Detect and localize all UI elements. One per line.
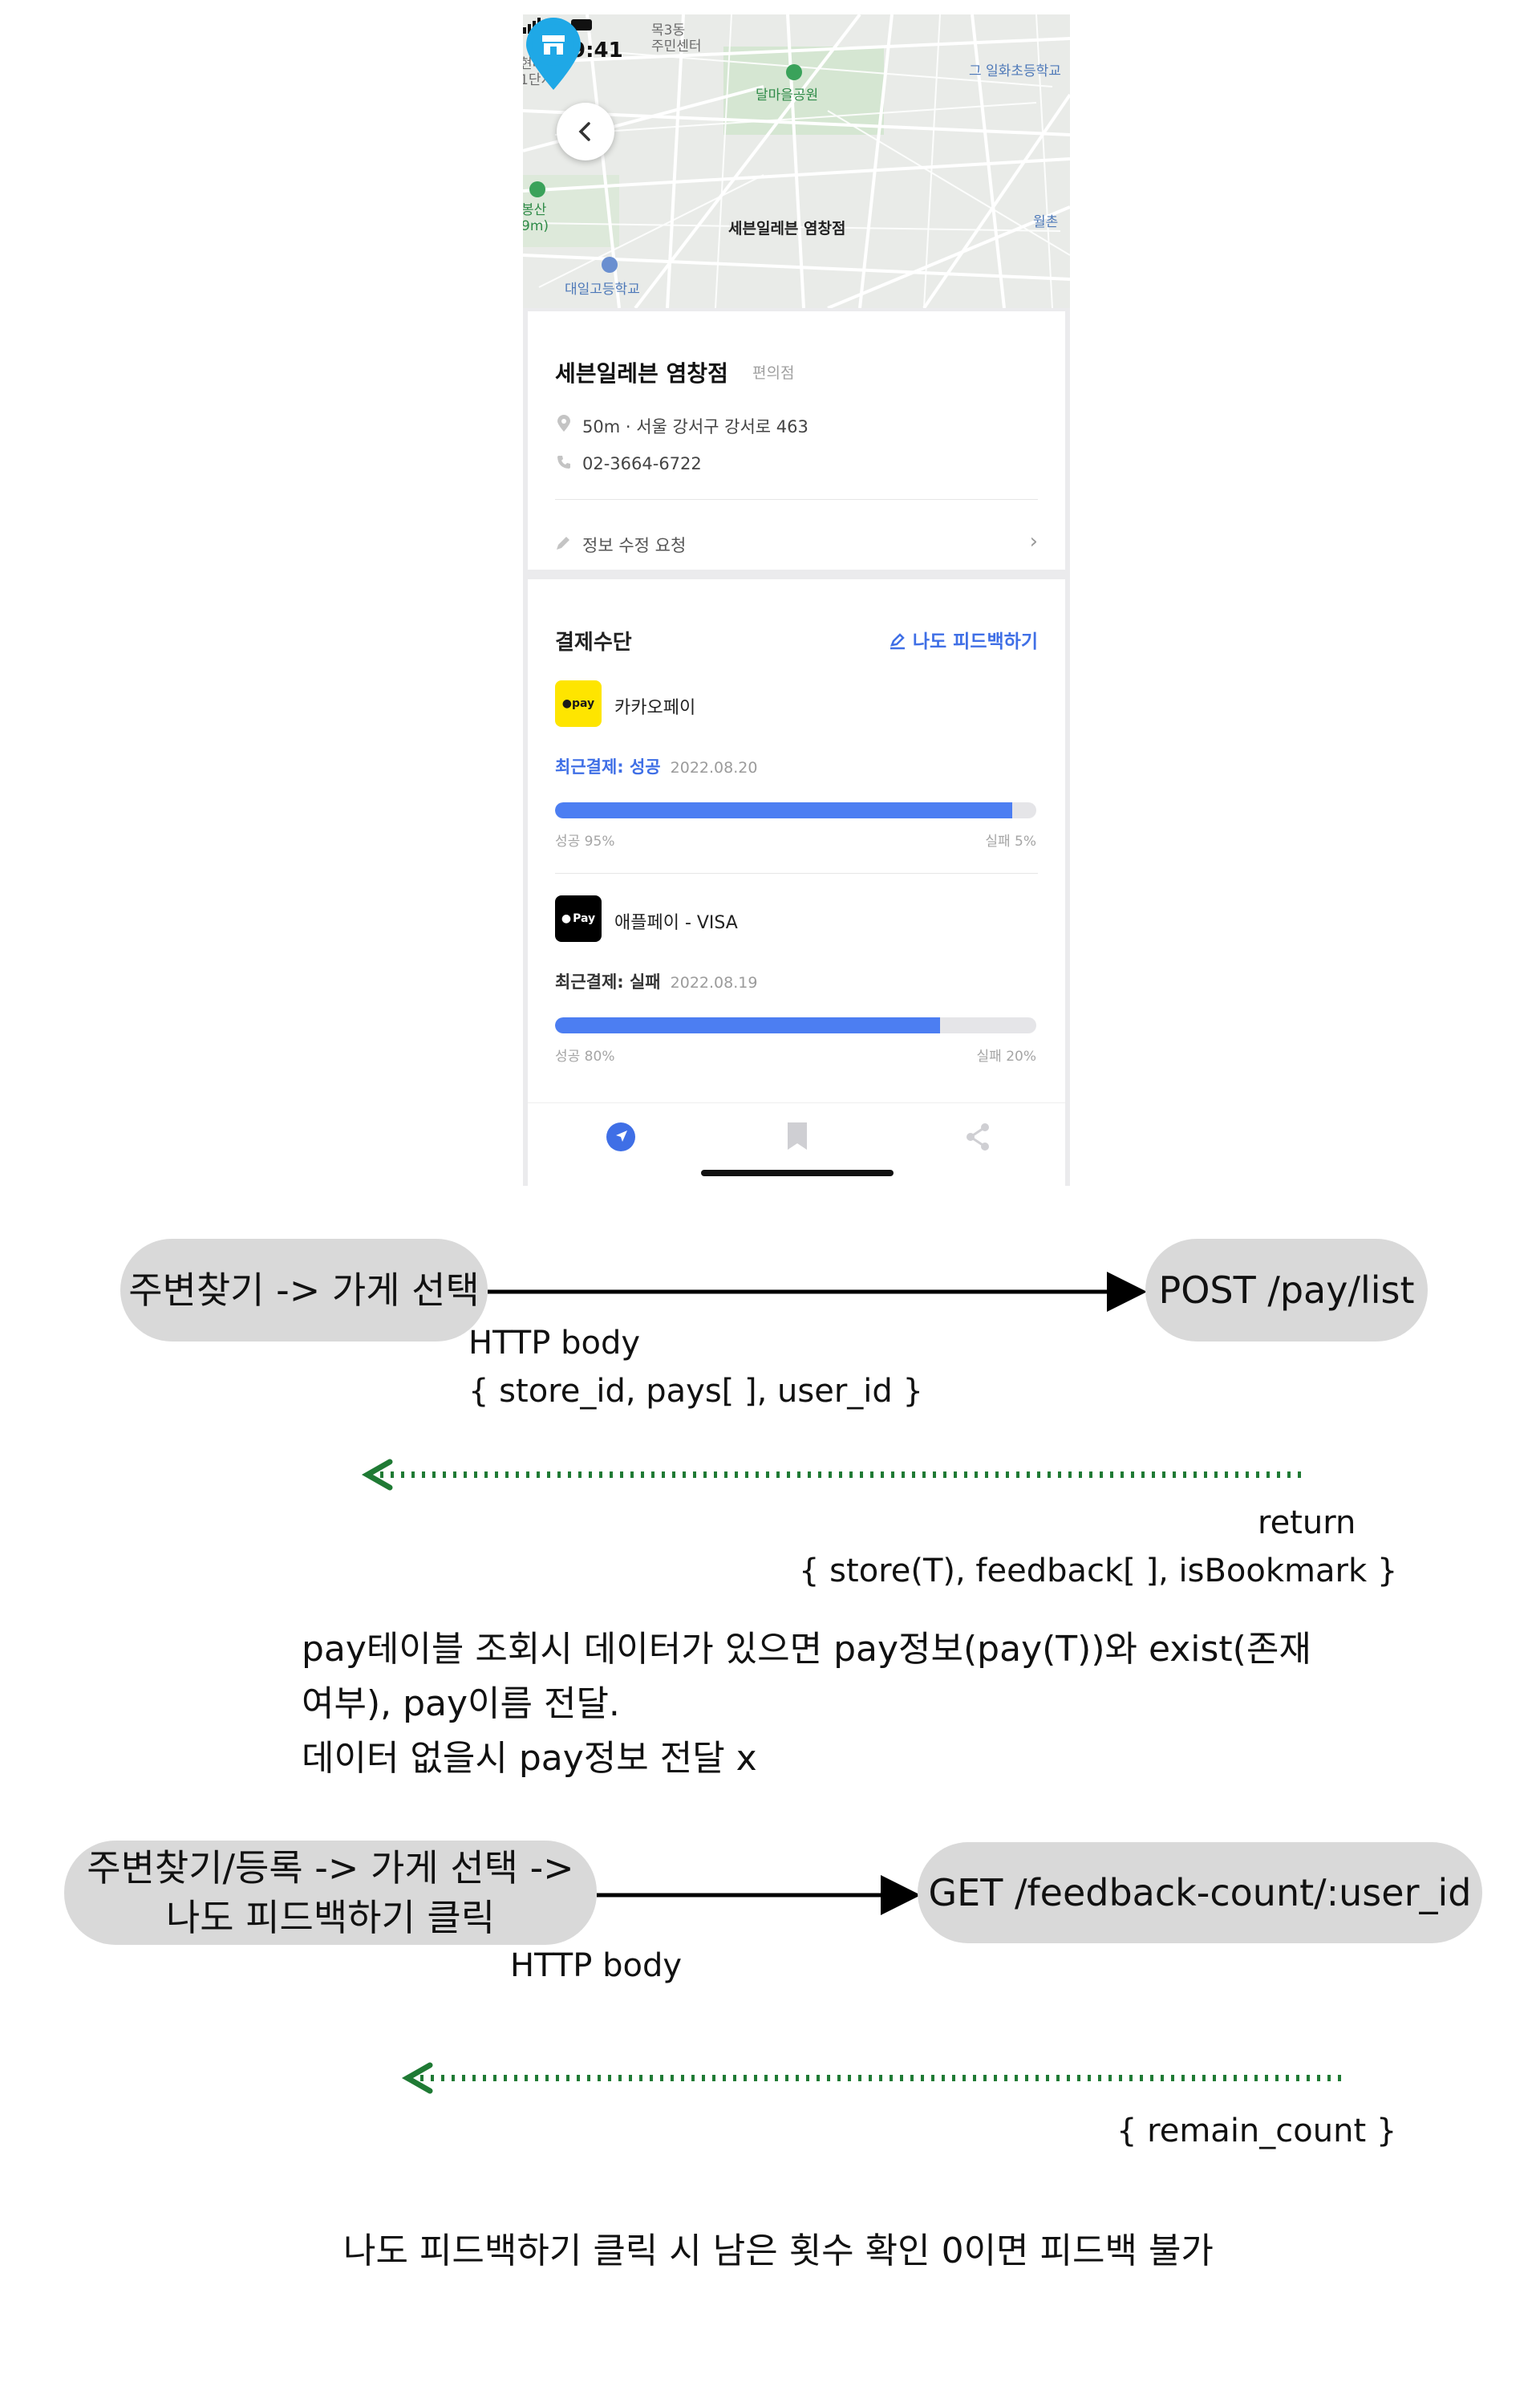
flow1-source-node: 주변찾기 -> 가게 선택: [120, 1239, 488, 1342]
flow1-note-line: 여부), pay이름 전달.: [302, 1683, 620, 1725]
flow-arrows: [361, 1272, 1341, 2094]
flow1-note-line: 데이터 없을시 pay정보 전달 x: [302, 1738, 757, 1780]
flow1-note-line: pay테이블 조회시 데이터가 있으면 pay정보(pay(T))와 exist…: [302, 1629, 1311, 1670]
flow1-request-body: { store_id, pays[ ], user_id }: [468, 1373, 923, 1410]
flow2-target-node: GET /feedback-count/:user_id: [918, 1842, 1482, 1943]
flow1-return-label: return: [1258, 1504, 1356, 1541]
flow1-note: pay테이블 조회시 데이터가 있으면 pay정보(pay(T))와 exist…: [302, 1622, 1311, 1787]
flow2-source-node: 주변찾기/등록 -> 가게 선택 -> 나도 피드백하기 클릭: [64, 1841, 597, 1945]
flow2-note: 나도 피드백하기 클릭 시 남은 횟수 확인 0이면 피드백 불가: [343, 2230, 1214, 2271]
flow2-return-body: { remain_count }: [1116, 2113, 1397, 2149]
flow1-target-node: POST /pay/list: [1145, 1239, 1428, 1342]
flow2-source-line: 주변찾기/등록 -> 가게 선택 ->: [87, 1845, 574, 1889]
flow2-request-label: HTTP body: [510, 1947, 683, 1984]
return-arrow-head: [361, 1459, 393, 1491]
flow1-return-body: { store(T), feedback[ ], isBookmark }: [799, 1553, 1398, 1589]
return-arrow-head: [401, 2062, 433, 2094]
flow1-request-label: HTTP body: [468, 1325, 641, 1362]
flow2-source-line: 나도 피드백하기 클릭: [165, 1896, 496, 1939]
